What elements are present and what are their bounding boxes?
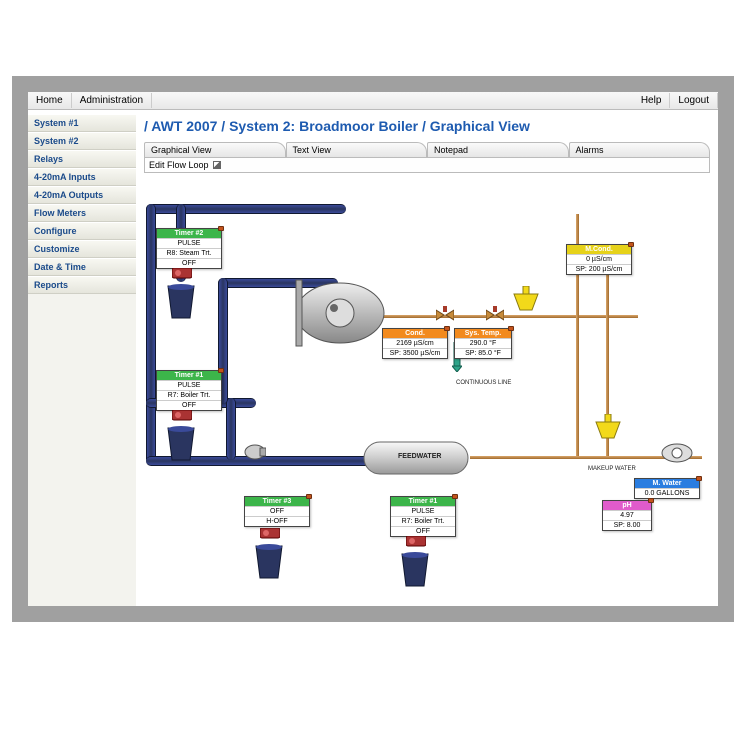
pipe [226, 398, 236, 460]
menubar: Home Administration Help Logout [28, 92, 718, 110]
sidebar-item-420ma-outputs[interactable]: 4-20mA Outputs [28, 186, 136, 204]
boiler-drum-icon [294, 270, 386, 356]
chemical-bucket-icon [400, 552, 430, 588]
sidebar-item-configure[interactable]: Configure [28, 222, 136, 240]
sidebar: System #1 System #2 Relays 4-20mA Inputs… [28, 114, 136, 606]
cond-readout[interactable]: Cond.2169 µS/cmSP: 3500 µS/cm [382, 328, 448, 359]
separator-icon [594, 414, 622, 442]
mwater-readout[interactable]: M. Water0.0 GALLONS [634, 478, 700, 499]
timer1b-readout[interactable]: Timer #1PULSER7: Boiler Trt.OFF [390, 496, 456, 537]
dosing-pump-icon [172, 268, 192, 282]
sidebar-item-system1[interactable]: System #1 [28, 114, 136, 132]
menu-help[interactable]: Help [633, 93, 671, 108]
tab-text-view[interactable]: Text View [286, 142, 428, 157]
sidebar-item-date-time[interactable]: Date & Time [28, 258, 136, 276]
timer1-readout[interactable]: Timer #1PULSER7: Boiler Trt.OFF [156, 370, 222, 411]
sidebar-item-420ma-inputs[interactable]: 4-20mA Inputs [28, 168, 136, 186]
dosing-pump-icon [172, 410, 192, 424]
flow-meter-icon [660, 442, 694, 464]
tab-alarms[interactable]: Alarms [569, 142, 711, 157]
separator-icon [512, 286, 540, 314]
dosing-pump-icon [406, 536, 426, 550]
edit-flow-loop-label: Edit Flow Loop [149, 160, 209, 170]
feedwater-label: FEEDWATER [398, 453, 441, 460]
valve-icon [486, 306, 504, 324]
sidebar-item-customize[interactable]: Customize [28, 240, 136, 258]
breadcrumb: / AWT 2007 / System 2: Broadmoor Boiler … [136, 114, 718, 142]
tab-graphical-view[interactable]: Graphical View [144, 142, 286, 157]
menu-administration[interactable]: Administration [72, 93, 152, 108]
content-area: / AWT 2007 / System 2: Broadmoor Boiler … [136, 114, 718, 606]
chemical-bucket-icon [166, 426, 196, 462]
chemical-bucket-icon [254, 544, 284, 580]
sidebar-item-flow-meters[interactable]: Flow Meters [28, 204, 136, 222]
dosing-pump-icon [260, 528, 280, 542]
edit-flow-loop-button[interactable]: Edit Flow Loop [144, 157, 710, 173]
pipe-copper [378, 315, 638, 318]
tab-notepad[interactable]: Notepad [427, 142, 569, 157]
flow-diagram: FEEDWATER CONTINUOUS LINE MAKEUP WATER T… [136, 180, 718, 606]
tabs: Graphical View Text View Notepad Alarms [144, 142, 710, 157]
app-window: Home Administration Help Logout System #… [12, 76, 734, 622]
menu-logout[interactable]: Logout [670, 93, 718, 108]
transfer-pump-icon [244, 444, 266, 460]
menu-home[interactable]: Home [28, 93, 72, 108]
sidebar-item-system2[interactable]: System #2 [28, 132, 136, 150]
timer3-readout[interactable]: Timer #3OFFH-OFF [244, 496, 310, 527]
valve-icon [436, 306, 454, 324]
chemical-bucket-icon [166, 284, 196, 320]
pipe [146, 204, 156, 464]
sidebar-item-reports[interactable]: Reports [28, 276, 136, 294]
mcond-readout[interactable]: M.Cond.0 µS/cmSP: 200 µS/cm [566, 244, 632, 275]
makeup-water-label: MAKEUP WATER [588, 466, 636, 472]
sidebar-item-relays[interactable]: Relays [28, 150, 136, 168]
systemp-readout[interactable]: Sys. Temp.290.0 °FSP: 85.0 °F [454, 328, 512, 359]
pencil-icon [213, 161, 221, 169]
continuous-line-label: CONTINUOUS LINE [456, 380, 511, 386]
ph-readout[interactable]: pH4.97SP: 8.00 [602, 500, 652, 531]
timer2-readout[interactable]: Timer #2PULSER8: Steam Trt.OFF [156, 228, 222, 269]
